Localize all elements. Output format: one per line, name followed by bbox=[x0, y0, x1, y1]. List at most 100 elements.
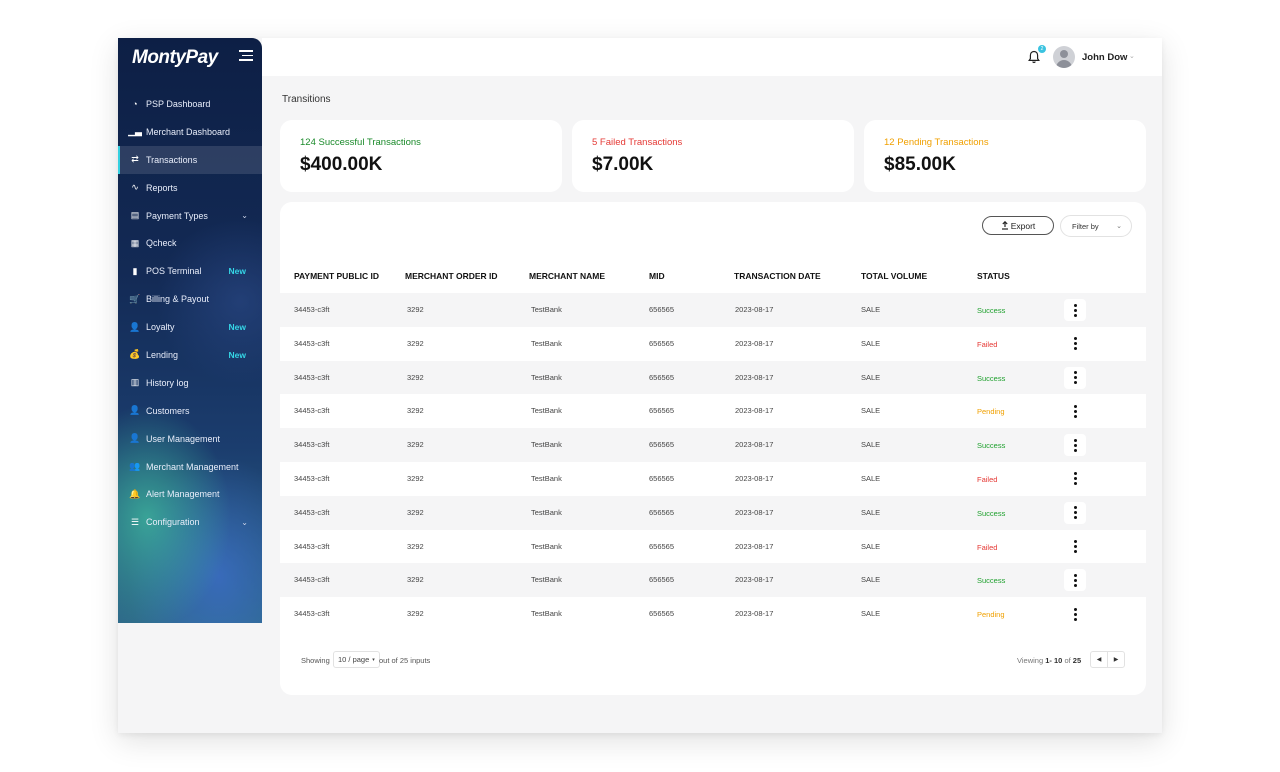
table-row[interactable]: 34453-c3ft 3292 TestBank 656565 2023-08-17 SA… bbox=[280, 530, 1146, 564]
sidebar-item-history-log[interactable]: ▥ History log bbox=[118, 369, 262, 397]
column-header[interactable]: MID bbox=[649, 271, 665, 281]
export-button[interactable]: Export bbox=[982, 216, 1054, 235]
summary-card-pending: 12 Pending Transactions $85.00K bbox=[864, 120, 1146, 192]
more-options-icon[interactable] bbox=[1064, 569, 1086, 592]
more-options-icon[interactable] bbox=[1064, 366, 1086, 389]
prev-page-icon[interactable]: ◀ bbox=[1091, 652, 1108, 667]
sidebar-item-label: Merchant Dashboard bbox=[146, 126, 231, 137]
table-body: 34453-c3ft 3292 TestBank 656565 2023-08-17 SA… bbox=[280, 293, 1146, 631]
of-label: of bbox=[1064, 656, 1071, 665]
cell-total-volume: SALE bbox=[861, 609, 881, 619]
next-page-icon[interactable]: ▶ bbox=[1108, 652, 1124, 667]
user-name[interactable]: John Dow bbox=[1082, 52, 1127, 63]
export-label: Export bbox=[1010, 220, 1036, 231]
chevron-down-icon[interactable]: ⌄ bbox=[1129, 52, 1135, 60]
sidebar-item-loyalty[interactable]: 👤 Loyalty New bbox=[118, 313, 262, 341]
brand-logo[interactable]: MontyPay bbox=[132, 47, 218, 69]
sidebar-item-customers[interactable]: 👤 Customers bbox=[118, 397, 262, 425]
cell-merchant-order-id: 3292 bbox=[407, 507, 424, 517]
cell-merchant-order-id: 3292 bbox=[407, 575, 424, 585]
column-header[interactable]: MERCHANT ORDER ID bbox=[405, 271, 498, 281]
more-options-icon[interactable] bbox=[1064, 501, 1086, 524]
sidebar-item-merchant-dashboard[interactable]: ▁▃ Merchant Dashboard bbox=[118, 118, 262, 146]
column-header[interactable]: TOTAL VOLUME bbox=[861, 271, 927, 281]
more-options-icon[interactable] bbox=[1064, 536, 1086, 558]
summary-card-success: 124 Successful Transactions $400.00K bbox=[280, 120, 562, 192]
sidebar-item-reports[interactable]: ∿ Reports bbox=[118, 174, 262, 202]
more-options-icon[interactable] bbox=[1064, 603, 1086, 625]
cell-transaction-date: 2023-08-17 bbox=[735, 440, 774, 450]
cell-payment-id: 34453-c3ft bbox=[294, 305, 330, 314]
more-options-icon[interactable] bbox=[1064, 333, 1086, 355]
table-row[interactable]: 34453-c3ft 3292 TestBank 656565 2023-08-17 SA… bbox=[280, 462, 1146, 496]
cell-mid: 656565 bbox=[649, 507, 675, 517]
cell-status: Success bbox=[977, 373, 1006, 383]
cart-icon: 🛒 bbox=[129, 293, 141, 304]
more-options-icon[interactable] bbox=[1064, 434, 1086, 457]
sidebar-item-user-management[interactable]: 👤 User Management bbox=[118, 425, 262, 453]
cell-merchant-name: TestBank bbox=[531, 338, 562, 348]
user-avatar[interactable] bbox=[1053, 46, 1075, 68]
sidebar-item-psp-dashboard[interactable]: ◔ PSP Dashboard bbox=[118, 90, 262, 118]
more-options-icon[interactable] bbox=[1064, 468, 1086, 490]
total-inputs-label: out of 25 inputs bbox=[379, 656, 431, 665]
column-header[interactable]: STATUS bbox=[977, 271, 1010, 281]
sidebar-item-configuration[interactable]: ☰ Configuration ⌄ bbox=[118, 508, 262, 536]
cell-transaction-date: 2023-08-17 bbox=[735, 575, 774, 585]
summary-card-failed: 5 Failed Transactions $7.00K bbox=[572, 120, 854, 192]
sidebar-item-label: Transactions bbox=[146, 154, 198, 165]
cell-payment-id: 34453-c3ft bbox=[294, 440, 330, 450]
page-size-select[interactable]: 10 / page ▾ bbox=[333, 651, 380, 668]
column-header[interactable]: MERCHANT NAME bbox=[529, 271, 605, 281]
card-value: $400.00K bbox=[300, 154, 383, 175]
more-options-icon[interactable] bbox=[1064, 299, 1086, 321]
cell-mid: 656565 bbox=[649, 541, 675, 551]
cell-status: Failed bbox=[977, 542, 998, 552]
cell-mid: 656565 bbox=[649, 406, 675, 416]
sidebar-item-transactions[interactable]: ⇄ Transactions bbox=[118, 145, 262, 174]
sidebar-item-lending[interactable]: 💰 Lending New bbox=[118, 341, 262, 369]
table-row[interactable]: 34453-c3ft 3292 TestBank 656565 2023-08-17 SA… bbox=[280, 293, 1146, 327]
sidebar-item-label: PSP Dashboard bbox=[146, 98, 211, 109]
new-badge: New bbox=[228, 349, 246, 360]
cell-total-volume: SALE bbox=[861, 338, 881, 348]
pie-chart-icon: ◔ bbox=[132, 98, 138, 109]
cell-payment-id: 34453-c3ft bbox=[294, 372, 330, 382]
table-row[interactable]: 34453-c3ft 3292 TestBank 656565 2023-08-17 SA… bbox=[280, 563, 1146, 598]
cell-payment-id: 34453-c3ft bbox=[294, 541, 330, 551]
sidebar-item-payment-types[interactable]: ▤ Payment Types ⌄ bbox=[118, 202, 262, 230]
sidebar-item-pos-terminal[interactable]: ▮ POS Terminal New bbox=[118, 257, 262, 285]
column-header[interactable]: PAYMENT PUBLIC ID bbox=[294, 271, 379, 281]
sidebar-item-qcheck[interactable]: ▦ Qcheck bbox=[118, 229, 262, 257]
more-options-icon[interactable] bbox=[1064, 400, 1086, 422]
table-row[interactable]: 34453-c3ft 3292 TestBank 656565 2023-08-17 SA… bbox=[280, 495, 1146, 530]
sidebar-item-billing-payout[interactable]: 🛒 Billing & Payout bbox=[118, 285, 262, 313]
sidebar-item-label: Lending bbox=[146, 349, 179, 360]
cell-status: Pending bbox=[977, 407, 1005, 417]
sidebar-item-merchant-management[interactable]: 👥 Merchant Management bbox=[118, 453, 262, 481]
column-header[interactable]: TRANSACTION DATE bbox=[734, 271, 821, 281]
cell-transaction-date: 2023-08-17 bbox=[735, 338, 774, 348]
table-row[interactable]: 34453-c3ft 3292 TestBank 656565 2023-08-17 SA… bbox=[280, 597, 1146, 631]
notification-bell-icon[interactable] bbox=[1028, 50, 1040, 64]
cell-total-volume: SALE bbox=[861, 372, 881, 382]
cell-payment-id: 34453-c3ft bbox=[294, 609, 330, 619]
cell-status: Success bbox=[977, 306, 1006, 315]
table-row[interactable]: 34453-c3ft 3292 TestBank 656565 2023-08-17 SA… bbox=[280, 394, 1146, 428]
table-row[interactable]: 34453-c3ft 3292 TestBank 656565 2023-08-17 SA… bbox=[280, 327, 1146, 361]
sidebar-item-label: Reports bbox=[146, 182, 178, 193]
table-header: PAYMENT PUBLIC ID MERCHANT ORDER ID MERC… bbox=[280, 259, 1146, 291]
cell-merchant-name: TestBank bbox=[531, 575, 562, 585]
cell-transaction-date: 2023-08-17 bbox=[735, 372, 774, 382]
viewing-total: 25 bbox=[1072, 656, 1082, 665]
filter-dropdown[interactable]: Filter by ⌄ bbox=[1060, 215, 1132, 237]
table-row[interactable]: 34453-c3ft 3292 TestBank 656565 2023-08-17 SA… bbox=[280, 360, 1146, 395]
chevron-down-icon: ⌄ bbox=[1116, 223, 1122, 230]
sidebar-item-alert-management[interactable]: 🔔 Alert Management bbox=[118, 480, 262, 508]
table-row[interactable]: 34453-c3ft 3292 TestBank 656565 2023-08-17 SA… bbox=[280, 428, 1146, 462]
cell-merchant-order-id: 3292 bbox=[407, 305, 424, 314]
bar-chart-icon: ▁▃ bbox=[128, 126, 142, 137]
transfer-arrows-icon: ⇄ bbox=[131, 154, 139, 165]
cell-mid: 656565 bbox=[649, 372, 675, 382]
menu-toggle-icon[interactable] bbox=[239, 50, 253, 62]
